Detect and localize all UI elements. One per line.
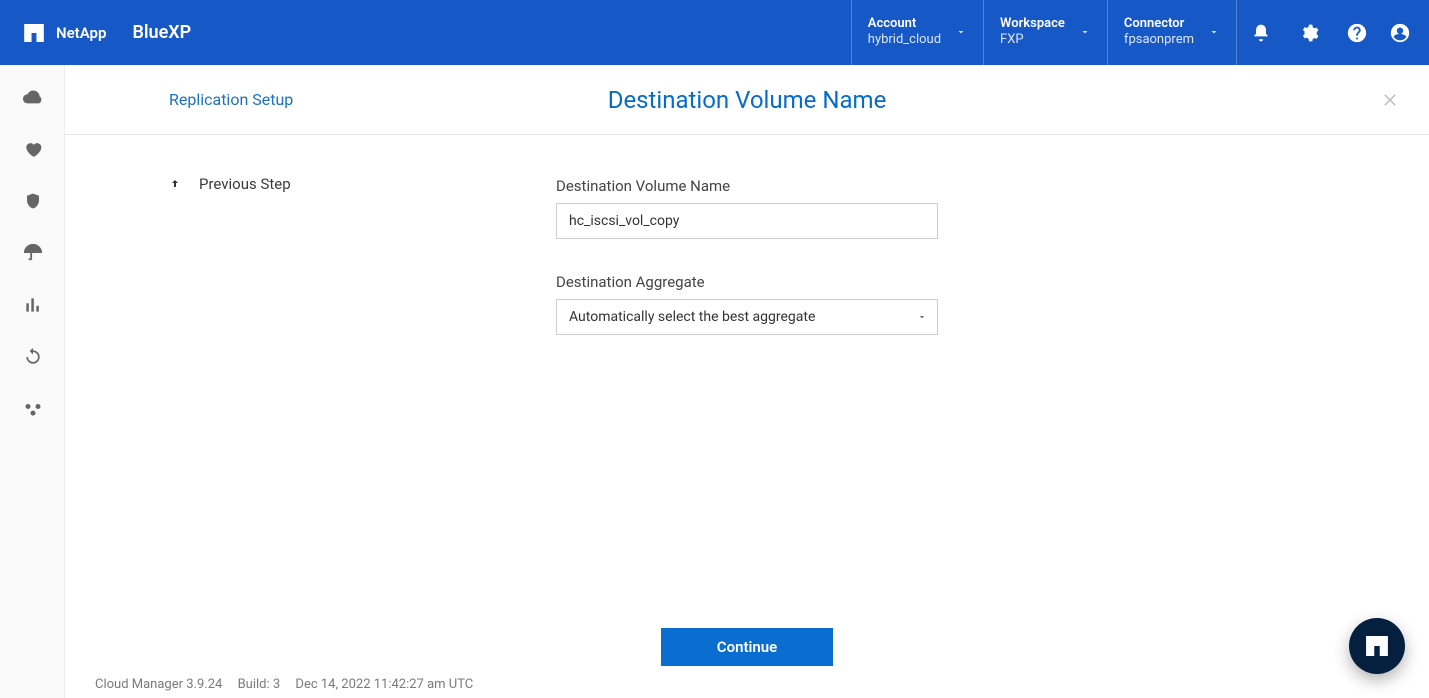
left-nav-rail — [0, 65, 65, 698]
company-name: NetApp — [56, 24, 106, 42]
dest-aggregate-label: Destination Aggregate — [556, 273, 938, 291]
heart-icon — [23, 139, 43, 159]
close-button[interactable] — [1381, 91, 1399, 109]
chevron-down-icon — [1079, 23, 1091, 42]
account-label: Account — [868, 16, 941, 32]
wizard-footer: Continue — [65, 628, 1429, 666]
build-number: Build: 3 — [238, 677, 281, 692]
bar-chart-icon — [23, 295, 43, 315]
form: Destination Volume Name Destination Aggr… — [556, 135, 938, 335]
version-footer: Cloud Manager 3.9.24 Build: 3 Dec 14, 20… — [95, 677, 485, 692]
nodes-icon — [23, 399, 43, 419]
dest-aggregate-select[interactable]: Automatically select the best aggregate — [556, 299, 938, 335]
account-selector[interactable]: Account hybrid_cloud — [851, 0, 983, 65]
connector-value: fpsaonprem — [1124, 31, 1194, 49]
sync-icon — [23, 347, 43, 367]
brand-logo[interactable]: NetApp BlueXP — [0, 22, 191, 43]
top-bar: NetApp BlueXP Account hybrid_cloud Works… — [0, 0, 1429, 65]
profile-button[interactable] — [1381, 0, 1429, 65]
netapp-mark-icon — [1366, 636, 1388, 656]
connector-selector[interactable]: Connector fpsaonprem — [1107, 0, 1236, 65]
arrow-up-icon — [169, 177, 181, 191]
gear-icon — [1299, 23, 1319, 43]
dest-volume-name-input[interactable] — [556, 203, 938, 239]
help-icon — [1346, 22, 1368, 44]
nav-protection[interactable] — [21, 189, 45, 213]
product-name: BlueXP — [132, 22, 191, 43]
nav-mobility[interactable] — [21, 345, 45, 369]
previous-step-label: Previous Step — [199, 175, 291, 193]
nav-governance[interactable] — [21, 241, 45, 265]
continue-button[interactable]: Continue — [661, 628, 833, 666]
shield-icon — [24, 191, 42, 211]
nav-canvas[interactable] — [21, 85, 45, 109]
netapp-logo-icon — [24, 24, 44, 42]
wizard-panel: Replication Setup Destination Volume Nam… — [65, 65, 1429, 698]
cloud-icon — [22, 86, 44, 108]
bell-icon — [1251, 23, 1271, 43]
dest-volume-name-label: Destination Volume Name — [556, 177, 938, 195]
chevron-down-icon — [955, 23, 967, 42]
wizard-content: Previous Step Destination Volume Name De… — [65, 135, 1429, 598]
workspace-selector[interactable]: Workspace FXP — [983, 0, 1107, 65]
user-icon — [1389, 22, 1411, 44]
nav-health[interactable] — [21, 137, 45, 161]
help-button[interactable] — [1333, 0, 1381, 65]
previous-step-link[interactable]: Previous Step — [169, 175, 291, 193]
notifications-button[interactable] — [1237, 0, 1285, 65]
build-timestamp: Dec 14, 2022 11:42:27 am UTC — [295, 677, 473, 692]
product-version: Cloud Manager 3.9.24 — [95, 677, 222, 692]
chevron-down-icon — [1208, 23, 1220, 42]
page-title: Destination Volume Name — [608, 86, 887, 114]
umbrella-icon — [22, 242, 44, 264]
nav-analytics[interactable] — [21, 293, 45, 317]
breadcrumb[interactable]: Replication Setup — [169, 90, 293, 109]
settings-button[interactable] — [1285, 0, 1333, 65]
workspace-label: Workspace — [1000, 16, 1065, 32]
chat-fab[interactable] — [1349, 618, 1405, 674]
close-icon — [1381, 91, 1399, 109]
dest-aggregate-value: Automatically select the best aggregate — [569, 309, 815, 325]
wizard-header: Replication Setup Destination Volume Nam… — [65, 65, 1429, 135]
caret-down-icon — [917, 312, 927, 322]
connector-label: Connector — [1124, 16, 1194, 32]
nav-extensions[interactable] — [21, 397, 45, 421]
workspace-value: FXP — [1000, 31, 1065, 49]
account-value: hybrid_cloud — [868, 31, 941, 49]
